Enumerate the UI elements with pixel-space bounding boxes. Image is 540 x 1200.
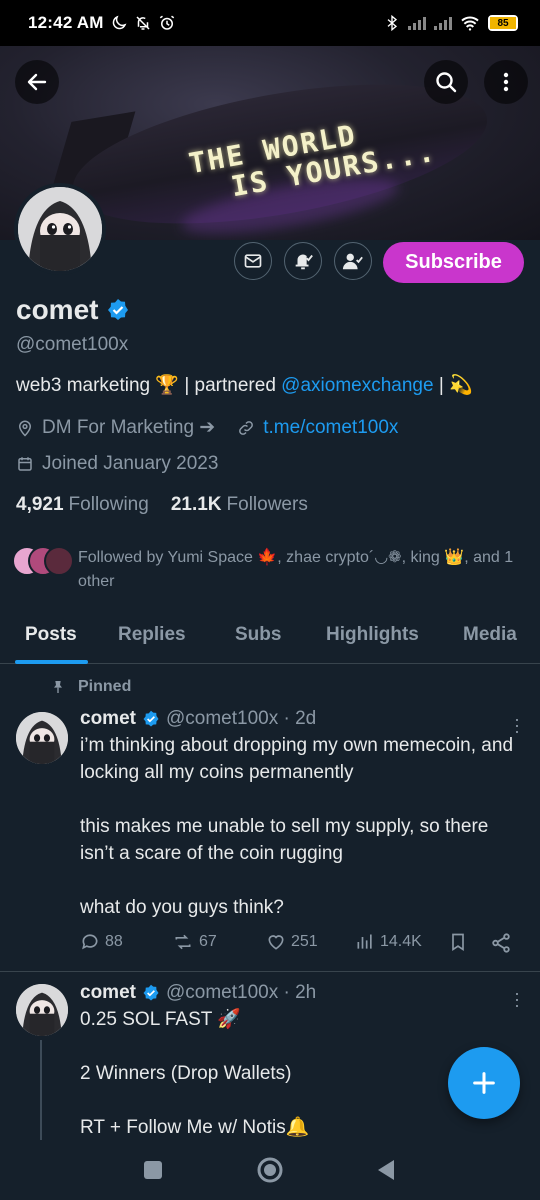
profile-handle: @comet100x xyxy=(16,334,129,355)
views-button[interactable]: 14.4K xyxy=(355,932,422,952)
subscribe-button[interactable]: Subscribe xyxy=(383,242,524,283)
more-vertical-icon xyxy=(503,72,509,92)
calendar-icon xyxy=(18,457,32,471)
profile-bio: web3 marketing 🏆 | partnered @axiomexcha… xyxy=(16,375,473,396)
profile-website-link[interactable]: t.me/comet100x xyxy=(263,417,398,439)
followers-link[interactable]: 21.1K Followers xyxy=(171,494,308,516)
bluetooth-icon xyxy=(387,14,398,32)
tab-highlights[interactable]: Highlights xyxy=(326,614,419,646)
profile-avatar[interactable] xyxy=(14,183,106,275)
profile-tabs: Posts Replies Subs Highlights Media xyxy=(0,614,540,664)
share-button[interactable] xyxy=(490,932,512,954)
post-more-icon[interactable]: · · · xyxy=(514,984,520,1014)
system-nav-bar xyxy=(0,1140,540,1200)
heart-icon xyxy=(268,935,284,950)
profile-name: comet xyxy=(16,294,130,326)
status-time: 12:42 AM xyxy=(28,13,104,32)
verified-badge-icon xyxy=(143,984,159,1001)
reply-button[interactable]: 88 xyxy=(80,932,123,952)
verified-badge-icon xyxy=(108,299,129,320)
post-divider xyxy=(0,971,540,972)
repost-icon xyxy=(175,934,191,950)
signal-icon xyxy=(408,16,426,30)
bell-off-icon xyxy=(136,16,150,30)
followed-by-text[interactable]: Followed by Yumi Space 🍁, zhae crypto´◡❁… xyxy=(78,546,528,594)
bell-check-icon xyxy=(295,254,313,270)
back-button[interactable] xyxy=(15,60,59,104)
search-icon xyxy=(436,72,457,93)
following-button[interactable] xyxy=(334,242,372,280)
link-icon xyxy=(239,420,254,435)
moon-icon xyxy=(112,15,127,30)
triangle-back-icon xyxy=(378,1160,394,1180)
profile-location: DM For Marketing ➔ xyxy=(42,417,216,438)
tab-media[interactable]: Media xyxy=(463,614,517,646)
post-text: i’m thinking about dropping my own memec… xyxy=(80,735,514,918)
avatar xyxy=(44,546,74,576)
post-author-name[interactable]: comet xyxy=(80,708,136,730)
profile-meta-row: DM For Marketing ➔ t.me/comet100x xyxy=(16,416,398,439)
following-link[interactable]: 4,921 Following xyxy=(16,494,149,516)
signal-icon-2 xyxy=(434,16,452,30)
post-meta: @comet100x · 2h xyxy=(165,982,317,1003)
tab-replies[interactable]: Replies xyxy=(118,614,186,646)
search-button[interactable] xyxy=(424,60,468,104)
wifi-icon xyxy=(461,16,479,31)
back-nav-button[interactable] xyxy=(376,1158,396,1187)
status-bar: 12:42 AM 85 xyxy=(0,0,540,46)
avatar-illustration xyxy=(18,187,102,271)
square-icon xyxy=(144,1161,162,1179)
message-button[interactable] xyxy=(234,242,272,280)
followed-by-avatars[interactable] xyxy=(12,546,74,576)
compose-button[interactable] xyxy=(448,1047,520,1119)
more-options-button[interactable] xyxy=(484,60,528,104)
pinned-label: Pinned xyxy=(50,678,131,696)
plus-icon xyxy=(473,1072,495,1094)
views-icon xyxy=(357,934,372,949)
alarm-icon xyxy=(159,15,174,30)
recents-button[interactable] xyxy=(143,1160,163,1185)
bookmark-button[interactable] xyxy=(448,932,468,952)
tab-posts[interactable]: Posts xyxy=(25,614,77,646)
circle-icon xyxy=(257,1157,283,1183)
post-author-name[interactable]: comet xyxy=(80,982,136,1004)
verified-badge-icon xyxy=(143,710,159,727)
post-meta: @comet100x · 2d xyxy=(165,708,317,729)
location-icon xyxy=(18,420,32,437)
profile-joined: Joined January 2023 xyxy=(42,453,219,474)
reply-icon xyxy=(82,934,98,950)
battery-icon: 85 xyxy=(488,15,518,31)
bookmark-icon xyxy=(452,933,464,952)
home-button[interactable] xyxy=(256,1156,284,1189)
profile-joined-row: Joined January 2023 xyxy=(16,453,218,475)
pin-icon xyxy=(54,681,62,693)
post-header: comet @comet100x · 2d xyxy=(80,708,316,730)
user-check-icon xyxy=(342,253,363,270)
thread-line xyxy=(40,1040,42,1140)
post-avatar[interactable] xyxy=(16,712,68,764)
post-text: 0.25 SOL FAST 🚀 2 Winners (Drop Wallets)… xyxy=(80,1009,310,1138)
back-arrow-icon xyxy=(27,73,47,91)
post-avatar[interactable] xyxy=(16,984,68,1036)
follow-counts: 4,921 Following 21.1K Followers xyxy=(16,494,308,516)
like-button[interactable]: 251 xyxy=(266,932,318,952)
repost-button[interactable]: 67 xyxy=(172,932,217,952)
post-header: comet @comet100x · 2h xyxy=(80,982,316,1004)
mail-icon xyxy=(244,254,262,268)
notifications-button[interactable] xyxy=(284,242,322,280)
tab-subs[interactable]: Subs xyxy=(235,614,281,646)
active-tab-indicator xyxy=(15,660,88,664)
share-icon xyxy=(492,933,510,953)
bio-mention-link[interactable]: @axiomexchange xyxy=(281,375,433,396)
post-actions: 88 67 251 14.4K xyxy=(80,932,520,960)
